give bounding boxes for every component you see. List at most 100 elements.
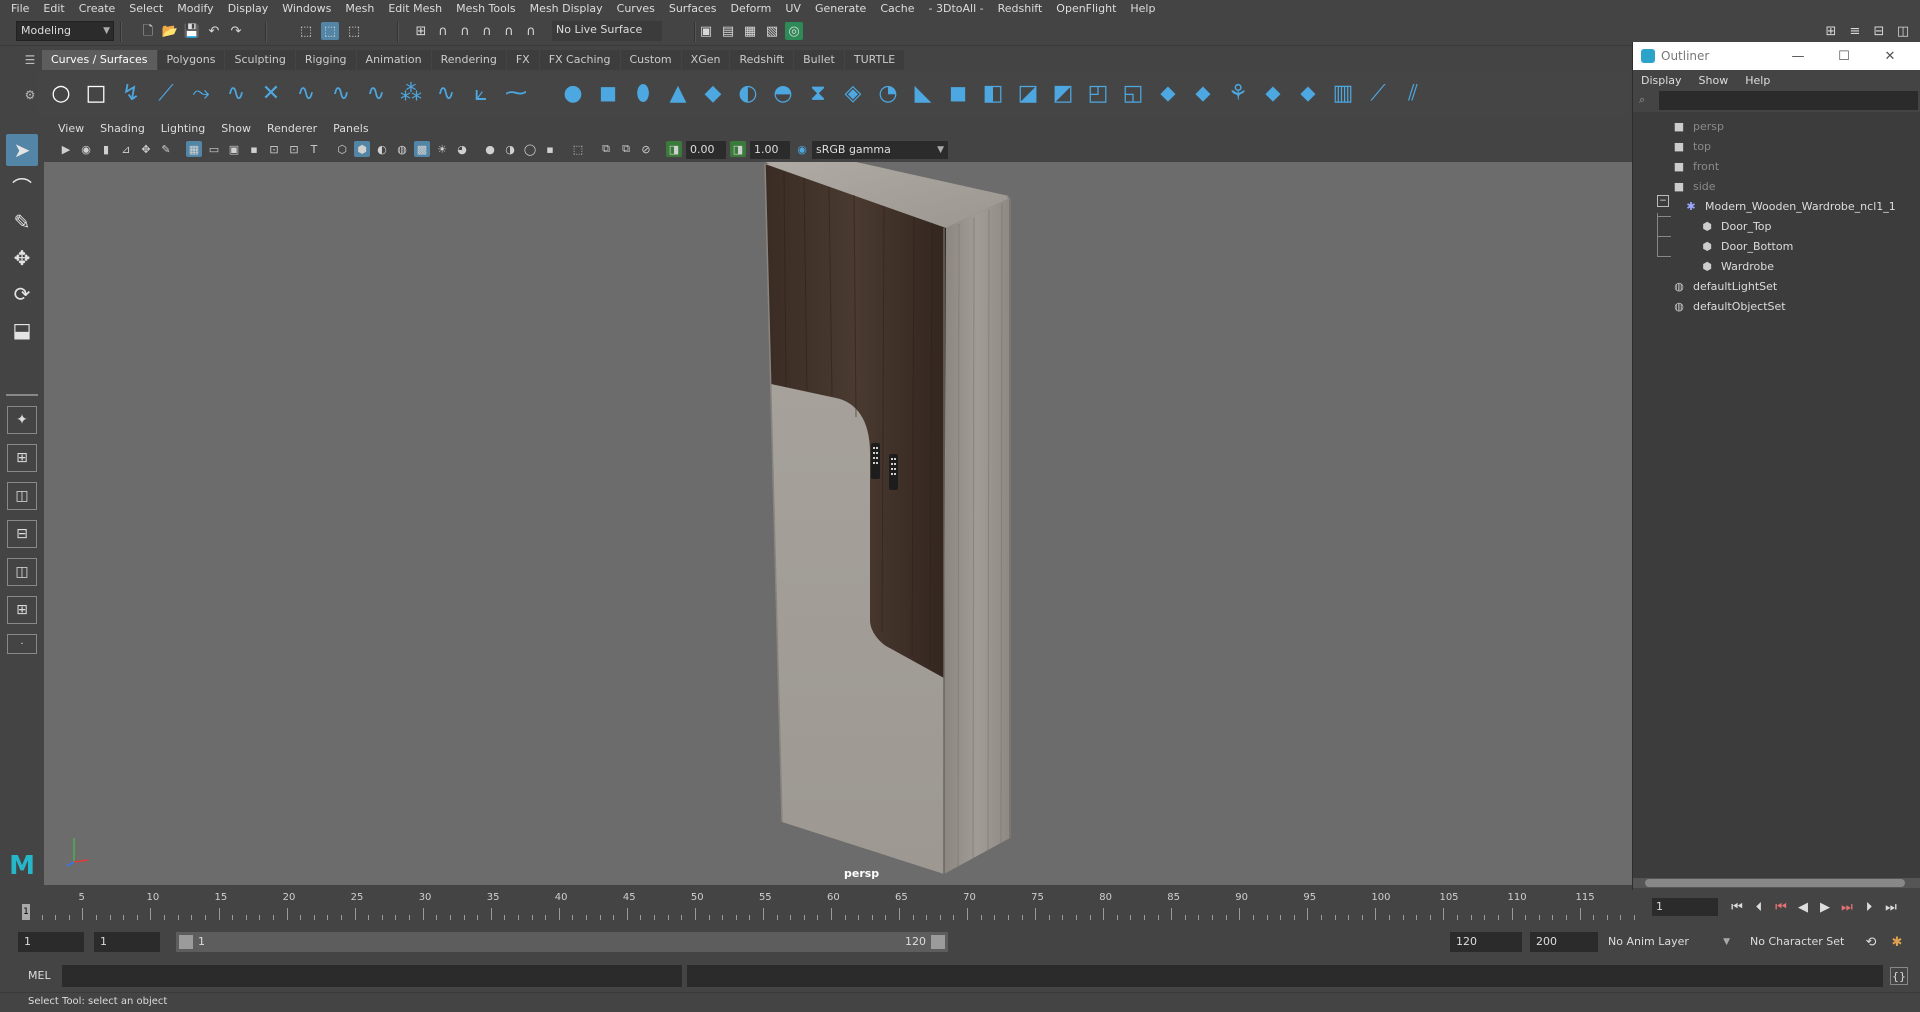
menu-set-dropdown[interactable]: Modeling ▼: [16, 21, 114, 41]
menu-item-edit-mesh[interactable]: Edit Mesh: [381, 0, 449, 18]
anim-layer-dropdown[interactable]: No Anim Layer ▼: [1606, 932, 1730, 952]
revolve-icon[interactable]: ◓: [768, 78, 798, 108]
menu-item-help[interactable]: Help: [1123, 0, 1162, 18]
outliner-item[interactable]: ◍ defaultLightSet: [1671, 276, 1777, 296]
menu-item-openflight[interactable]: OpenFlight: [1049, 0, 1123, 18]
2d-pan-zoom-icon[interactable]: ✥: [138, 141, 154, 157]
layout-side-by-side-icon[interactable]: ◫: [7, 482, 37, 510]
wireframe-on-shaded-icon[interactable]: ◍: [394, 141, 410, 157]
exposure-icon[interactable]: ◨: [666, 141, 682, 157]
layout-single-icon[interactable]: ✦: [7, 406, 37, 434]
motion-blur-icon[interactable]: ◑: [502, 141, 518, 157]
attach-curve-icon[interactable]: ∿: [291, 78, 321, 108]
live-surface-field[interactable]: No Live Surface: [552, 21, 662, 41]
menu-item-redshift[interactable]: Redshift: [991, 0, 1050, 18]
bevel-plus-icon[interactable]: ◪: [1013, 78, 1043, 108]
menu-item-mesh-tools[interactable]: Mesh Tools: [449, 0, 523, 18]
shadows-icon[interactable]: ◕: [454, 141, 470, 157]
save-scene-icon[interactable]: 💾: [183, 22, 201, 40]
perspective-viewport[interactable]: persp: [44, 162, 1632, 885]
pencil-curve-icon[interactable]: ∿: [221, 78, 251, 108]
minimize-icon[interactable]: —: [1775, 42, 1821, 70]
outliner-item[interactable]: ⬢ Door_Top: [1699, 216, 1771, 236]
nurbs-sphere-icon[interactable]: ●: [558, 78, 588, 108]
layout-four-icon[interactable]: ⊞: [7, 444, 37, 472]
command-input[interactable]: [62, 965, 682, 987]
trim-tool-icon[interactable]: ◱: [1118, 78, 1148, 108]
range-bar[interactable]: 1 120: [176, 932, 948, 952]
go-to-start-icon[interactable]: ⏮: [1728, 898, 1746, 916]
outliner-menu-display[interactable]: Display: [1641, 74, 1689, 87]
cv-curve-icon[interactable]: ↯: [116, 78, 146, 108]
outliner-item[interactable]: ■ persp: [1671, 116, 1724, 136]
ep-curve-icon[interactable]: ⟋: [151, 78, 181, 108]
outliner-menu-show[interactable]: Show: [1699, 74, 1736, 87]
intersect-surface-icon[interactable]: ◩: [1048, 78, 1078, 108]
shelf-tab-redshift[interactable]: Redshift: [730, 50, 794, 70]
planar-icon[interactable]: ◈: [838, 78, 868, 108]
menu-item-mesh[interactable]: Mesh: [338, 0, 381, 18]
detach-curve-icon[interactable]: ∿: [326, 78, 356, 108]
outliner-item[interactable]: ■ front: [1671, 156, 1719, 176]
rotate-tool-icon[interactable]: ⟳: [6, 278, 38, 310]
menu-item-modify[interactable]: Modify: [170, 0, 220, 18]
shelf-tab-fx[interactable]: FX: [506, 50, 539, 70]
loft-icon[interactable]: ⧗: [803, 78, 833, 108]
go-to-end-icon[interactable]: ⏭: [1882, 898, 1900, 916]
shelf-tab-sculpting[interactable]: Sculpting: [225, 50, 295, 70]
render-view-icon[interactable]: ◎: [785, 22, 803, 40]
select-object-icon[interactable]: ⬚: [321, 22, 339, 40]
xray-icon[interactable]: ⧉: [598, 141, 614, 157]
isolate-select-icon[interactable]: ⬚: [570, 141, 586, 157]
boundary-icon[interactable]: ◼: [943, 78, 973, 108]
rebuild-surface-icon[interactable]: ⫽: [1398, 78, 1428, 108]
outliner-search-input[interactable]: [1659, 91, 1918, 110]
image-plane-icon[interactable]: ⊿: [118, 141, 134, 157]
nurbs-plane-icon[interactable]: ◆: [698, 78, 728, 108]
color-management-icon[interactable]: ◉: [794, 141, 810, 157]
screen-space-ao-icon[interactable]: ●: [482, 141, 498, 157]
bookmarks-icon[interactable]: ▮: [98, 141, 114, 157]
lasso-tool-icon[interactable]: ⌒: [6, 170, 38, 202]
step-forward-icon[interactable]: ⏵: [1860, 898, 1878, 916]
step-forward-key-icon[interactable]: ⏭: [1838, 898, 1856, 916]
redo-icon[interactable]: ↷: [227, 22, 245, 40]
collapse-icon[interactable]: −: [1657, 195, 1669, 207]
nurbs-square-icon[interactable]: □: [81, 78, 111, 108]
script-editor-icon[interactable]: {}: [1890, 967, 1908, 985]
scale-tool-icon[interactable]: ⬓: [6, 314, 38, 346]
shelf-tab-xgen[interactable]: XGen: [681, 50, 730, 70]
select-hierarchy-icon[interactable]: ⬚: [297, 22, 315, 40]
character-set-dropdown[interactable]: No Character Set: [1750, 932, 1860, 952]
shelf-tab-curves-surfaces[interactable]: Curves / Surfaces: [42, 50, 157, 70]
align-surface-icon[interactable]: ⬥: [1258, 78, 1288, 108]
outliner-item[interactable]: ■ top: [1671, 136, 1711, 156]
snap-point-icon[interactable]: ∩: [456, 22, 474, 40]
animation-start-field[interactable]: 1: [18, 932, 84, 952]
layout-three-icon[interactable]: ◫: [7, 558, 37, 586]
scrollbar-thumb[interactable]: [1645, 879, 1905, 887]
grid-icon[interactable]: ▦: [186, 141, 202, 157]
outliner-item[interactable]: ✱ Modern_Wooden_Wardrobe_ncl1_1: [1683, 196, 1895, 216]
snap-grid-icon[interactable]: ⊞: [412, 22, 430, 40]
shelf-tab-fx-caching[interactable]: FX Caching: [539, 50, 620, 70]
select-component-icon[interactable]: ⬚: [345, 22, 363, 40]
depth-of-field-icon[interactable]: ▪: [542, 141, 558, 157]
menu-item-display[interactable]: Display: [221, 0, 276, 18]
panel-menu-view[interactable]: View: [50, 122, 92, 135]
maximize-icon[interactable]: ☐: [1821, 42, 1867, 70]
playback-start-field[interactable]: 1: [94, 932, 160, 952]
bezier-curve-icon[interactable]: ⤳: [186, 78, 216, 108]
current-frame-marker[interactable]: 1: [22, 904, 30, 920]
shelf-menu-icon[interactable]: ☰: [20, 50, 40, 70]
snap-curve-icon[interactable]: ∩: [434, 22, 452, 40]
menu-item-uv[interactable]: UV: [778, 0, 808, 18]
open-scene-icon[interactable]: 📂: [161, 22, 179, 40]
render-settings-icon[interactable]: ▦: [741, 22, 759, 40]
gamma-field[interactable]: 1.00: [750, 141, 790, 159]
tool-settings-icon[interactable]: ⊟: [1870, 22, 1888, 40]
panel-menu-renderer[interactable]: Renderer: [259, 122, 325, 135]
xray-joints-icon[interactable]: ⧉: [618, 141, 634, 157]
exposure-field[interactable]: 0.00: [686, 141, 726, 159]
shelf-settings-icon[interactable]: ⚙: [20, 88, 40, 108]
